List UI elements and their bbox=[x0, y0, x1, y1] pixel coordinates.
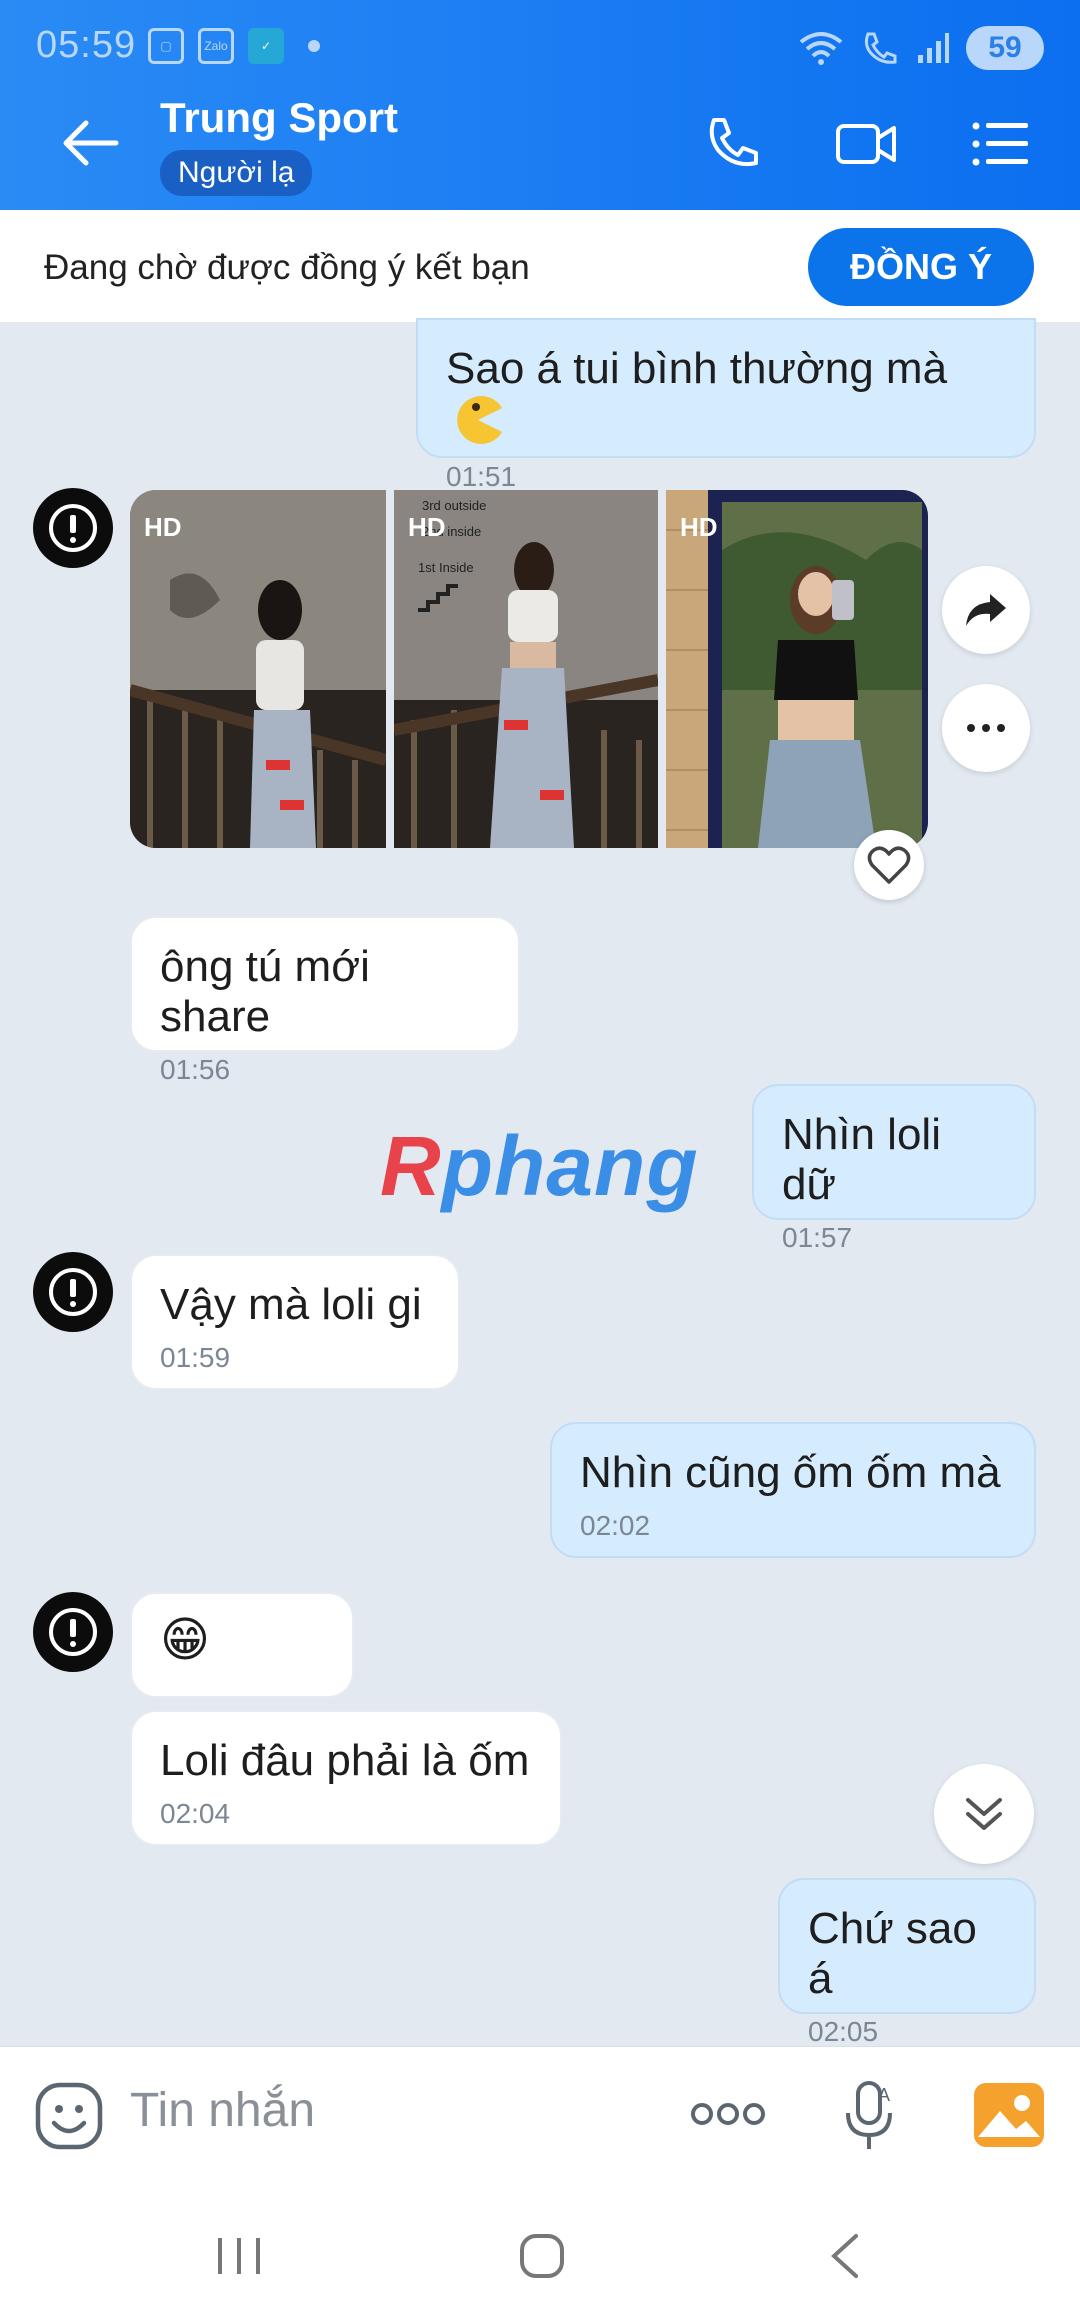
more-options-icon[interactable] bbox=[690, 2101, 766, 2127]
message-time: 02:05 bbox=[808, 2016, 879, 2047]
screenshot-icon: ▢ bbox=[148, 28, 184, 64]
zalo-icon: Zalo bbox=[198, 28, 234, 64]
hd-badge: HD bbox=[144, 512, 182, 542]
message-time: 01:51 bbox=[446, 461, 517, 492]
avatar[interactable] bbox=[33, 1592, 113, 1672]
message-time: 01:59 bbox=[160, 1342, 231, 1373]
hd-badge: HD bbox=[408, 512, 446, 542]
photo-3-image bbox=[666, 490, 928, 848]
friend-request-bar: Đang chờ được đồng ý kết bạn ĐỒNG Ý bbox=[0, 210, 1080, 322]
message-bubble-received[interactable]: Vậy mà loli gi 01:59 bbox=[130, 1254, 460, 1390]
photo-1-image bbox=[130, 490, 388, 848]
menu-list-icon[interactable] bbox=[968, 112, 1032, 176]
message-bubble-sent[interactable]: Chứ sao á 02:05 bbox=[778, 1878, 1036, 2047]
message-text: Chứ sao á bbox=[808, 1904, 977, 2003]
video-call-icon[interactable] bbox=[834, 112, 898, 176]
double-chevron-down-icon bbox=[966, 1798, 1002, 1830]
message-time: 02:02 bbox=[580, 1510, 651, 1541]
message-bubble-received[interactable]: 😁 bbox=[130, 1592, 354, 1698]
rphang-watermark: Rphang bbox=[380, 1119, 699, 1213]
chat-header: 05:59 ▢ Zalo ✓ 59 Trung Sport Người lạ bbox=[0, 0, 1080, 210]
home-icon[interactable] bbox=[518, 2232, 566, 2280]
heart-icon bbox=[867, 846, 911, 884]
wifi-call-icon bbox=[864, 32, 897, 64]
message-bubble-received[interactable]: ông tú mới share 01:56 bbox=[130, 916, 520, 1085]
message-bubble-sent[interactable]: Nhìn loli dữ 01:57 bbox=[752, 1084, 1036, 1253]
photo-gallery[interactable]: HD 3rd outside 2nd inside 1st Inside HD bbox=[130, 490, 928, 848]
notification-icons: ▢ Zalo ✓ bbox=[148, 28, 320, 64]
photo-3[interactable]: HD bbox=[666, 490, 928, 848]
check-icon: ✓ bbox=[248, 28, 284, 64]
photo-2-image: 3rd outside 2nd inside 1st Inside bbox=[392, 490, 660, 848]
status-time: 05:59 bbox=[36, 24, 137, 66]
forward-arrow-icon bbox=[966, 594, 1006, 626]
message-text: ông tú mới share bbox=[160, 942, 370, 1041]
react-heart-button[interactable] bbox=[854, 830, 924, 900]
message-time: 01:57 bbox=[782, 1222, 853, 1253]
image-gallery-icon[interactable] bbox=[974, 2083, 1044, 2147]
stranger-badge: Người lạ bbox=[160, 150, 313, 196]
back-arrow-icon[interactable] bbox=[60, 118, 120, 168]
wifi-icon bbox=[799, 32, 843, 65]
hd-badge: HD bbox=[680, 512, 718, 542]
avatar[interactable] bbox=[33, 1252, 113, 1332]
svg-text:A: A bbox=[878, 2085, 890, 2105]
signal-icon bbox=[918, 33, 949, 63]
contact-name[interactable]: Trung Sport bbox=[160, 94, 398, 142]
sticker-icon[interactable] bbox=[34, 2081, 104, 2151]
photo-1[interactable]: HD bbox=[130, 490, 388, 848]
pending-friend-text: Đang chờ được đồng ý kết bạn bbox=[44, 248, 530, 287]
more-dots-icon bbox=[967, 724, 1005, 732]
message-bubble-sent[interactable]: Sao á tui bình thường mà 01:51 bbox=[416, 318, 1036, 492]
recent-apps-icon[interactable] bbox=[214, 2234, 264, 2278]
accept-friend-button[interactable]: ĐỒNG Ý bbox=[808, 228, 1034, 306]
nav-back-icon[interactable] bbox=[826, 2232, 862, 2280]
wall-sign-3: 1st Inside bbox=[418, 560, 474, 575]
message-text: Nhìn loli dữ bbox=[782, 1110, 941, 1209]
scroll-to-bottom-button[interactable] bbox=[934, 1764, 1034, 1864]
message-bubble-sent[interactable]: Nhìn cũng ốm ốm mà 02:02 bbox=[550, 1422, 1036, 1558]
status-bar: 05:59 ▢ Zalo ✓ 59 bbox=[0, 0, 1080, 95]
more-options-button[interactable] bbox=[942, 684, 1030, 772]
dot-icon bbox=[308, 40, 320, 52]
wall-sign-1: 3rd outside bbox=[422, 498, 486, 513]
microphone-icon[interactable]: A bbox=[842, 2077, 898, 2157]
message-text: Vậy mà loli gi bbox=[160, 1280, 422, 1329]
system-icons: 59 bbox=[798, 26, 1044, 70]
system-nav-bar bbox=[0, 2186, 1080, 2316]
message-time: 01:56 bbox=[160, 1054, 231, 1085]
avatar[interactable] bbox=[33, 488, 113, 568]
message-input-bar: Tin nhắn A bbox=[0, 2046, 1080, 2186]
phone-call-icon[interactable] bbox=[700, 112, 764, 176]
forward-button[interactable] bbox=[942, 566, 1030, 654]
message-text: Sao á tui bình thường mà bbox=[446, 344, 948, 393]
message-bubble-received[interactable]: Loli đâu phải là ốm 02:04 bbox=[130, 1710, 562, 1846]
battery-indicator: 59 bbox=[966, 26, 1044, 70]
message-text: Nhìn cũng ốm ốm mà bbox=[580, 1448, 1001, 1497]
photo-2[interactable]: 3rd outside 2nd inside 1st Inside HD bbox=[392, 490, 660, 848]
grinning-emoji-icon: 😁 bbox=[160, 1614, 211, 1667]
message-text: Loli đâu phải là ốm bbox=[160, 1736, 530, 1785]
message-input[interactable]: Tin nhắn bbox=[130, 2083, 315, 2138]
message-time: 02:04 bbox=[160, 1798, 231, 1829]
pacman-emoji-icon bbox=[457, 396, 502, 444]
